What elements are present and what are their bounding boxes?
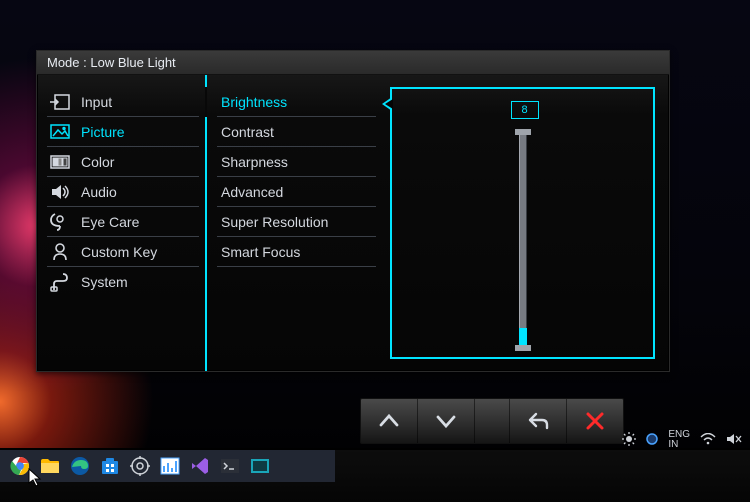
picture-icon — [49, 121, 71, 143]
osd-body: Input Picture Color Audio — [37, 75, 669, 371]
chevron-up-icon — [376, 408, 402, 434]
subitem-label: Sharpness — [221, 154, 288, 170]
taskbar-edge[interactable] — [68, 454, 92, 478]
category-picture[interactable]: Picture — [47, 117, 199, 147]
subitem-advanced[interactable]: Advanced — [217, 177, 376, 207]
category-eyecare[interactable]: Eye Care — [47, 207, 199, 237]
subitem-label: Contrast — [221, 124, 274, 140]
category-label: System — [81, 274, 128, 290]
category-system[interactable]: System — [47, 267, 199, 297]
category-label: Eye Care — [81, 214, 139, 230]
eyecare-icon — [49, 211, 71, 233]
category-customkey[interactable]: Custom Key — [47, 237, 199, 267]
nav-back-button[interactable] — [510, 399, 567, 443]
windows-taskbar — [0, 450, 335, 482]
subitem-label: Super Resolution — [221, 214, 328, 230]
subitem-label: Smart Focus — [221, 244, 300, 260]
monitor-hardware-buttons — [360, 398, 624, 444]
status-dot-icon — [646, 433, 658, 448]
audio-icon — [49, 181, 71, 203]
brightness-value: 8 — [511, 101, 539, 119]
speaker-mute-icon[interactable] — [726, 433, 742, 448]
close-icon — [582, 408, 608, 434]
category-label: Custom Key — [81, 244, 157, 260]
slider-track — [519, 135, 527, 345]
category-label: Picture — [81, 124, 125, 140]
mode-prefix: Mode : — [47, 55, 87, 70]
subitem-sharpness[interactable]: Sharpness — [217, 147, 376, 177]
mode-name: Low Blue Light — [90, 55, 175, 70]
category-label: Input — [81, 94, 112, 110]
brightness-indicator-icon — [622, 432, 636, 449]
category-label: Audio — [81, 184, 117, 200]
slider-cap-bottom — [515, 345, 531, 351]
brightness-slider[interactable] — [511, 135, 535, 345]
subitem-brightness[interactable]: Brightness — [217, 87, 376, 117]
osd-subitem-list: Brightness Contrast Sharpness Advanced S… — [207, 75, 382, 371]
nav-close-button[interactable] — [567, 399, 623, 443]
nav-down-button[interactable] — [418, 399, 475, 443]
taskbar-file-explorer[interactable] — [38, 454, 62, 478]
subitem-superresolution[interactable]: Super Resolution — [217, 207, 376, 237]
taskbar-ms-store[interactable] — [98, 454, 122, 478]
system-icon — [49, 271, 71, 293]
category-audio[interactable]: Audio — [47, 177, 199, 207]
wifi-icon[interactable] — [700, 433, 716, 448]
taskbar-app-2[interactable] — [248, 454, 272, 478]
category-color[interactable]: Color — [47, 147, 199, 177]
nav-separator — [475, 399, 510, 443]
slider-fill — [519, 328, 527, 345]
taskbar-app-1[interactable] — [158, 454, 182, 478]
subitem-smartfocus[interactable]: Smart Focus — [217, 237, 376, 267]
taskbar-terminal[interactable] — [218, 454, 242, 478]
category-input[interactable]: Input — [47, 87, 199, 117]
input-icon — [49, 91, 71, 113]
chevron-down-icon — [433, 408, 459, 434]
language-indicator[interactable]: ENG IN — [668, 430, 690, 450]
taskbar-settings[interactable] — [128, 454, 152, 478]
subitem-contrast[interactable]: Contrast — [217, 117, 376, 147]
osd-category-list: Input Picture Color Audio — [37, 75, 207, 371]
customkey-icon — [49, 241, 71, 263]
back-icon — [525, 408, 551, 434]
category-label: Color — [81, 154, 114, 170]
taskbar-visual-studio[interactable] — [188, 454, 212, 478]
taskbar-chrome[interactable] — [8, 454, 32, 478]
color-icon — [49, 151, 71, 173]
nav-up-button[interactable] — [361, 399, 418, 443]
osd-value-panel: 8 — [390, 87, 655, 359]
monitor-osd-window: Mode : Low Blue Light Input Picture — [36, 50, 670, 372]
bezel-indicators: ENG IN — [622, 430, 742, 450]
subitem-label: Brightness — [221, 94, 287, 110]
subitem-label: Advanced — [221, 184, 283, 200]
osd-title-bar: Mode : Low Blue Light — [37, 51, 669, 75]
